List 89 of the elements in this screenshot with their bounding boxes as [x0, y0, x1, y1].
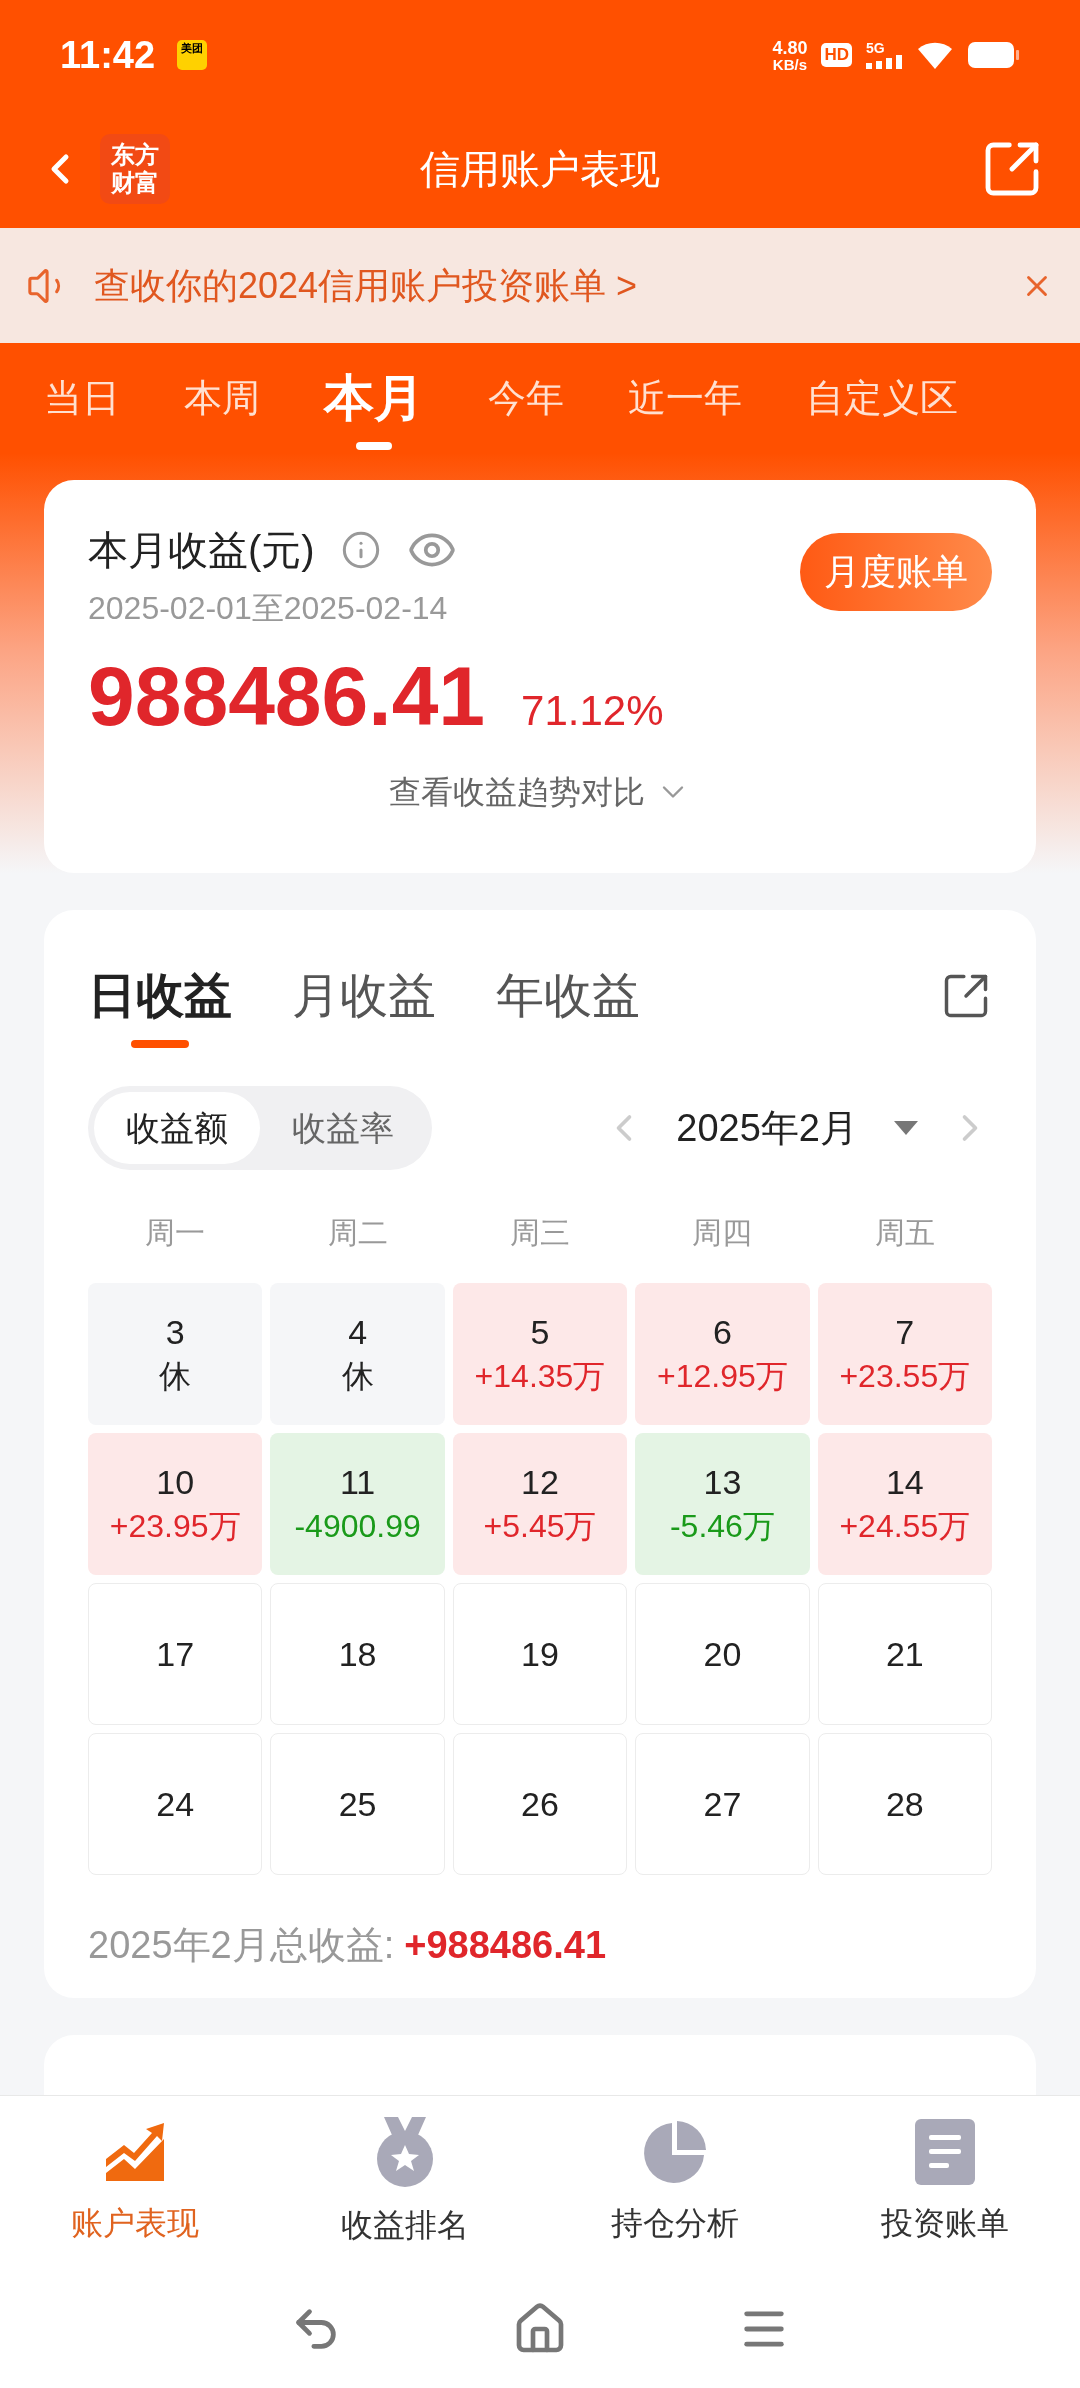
calendar-day[interactable]: 5 +14.35万 [452, 1283, 628, 1425]
day-profit: -4900.99 [294, 1507, 421, 1546]
status-time: 11:42 [60, 32, 156, 78]
battery-icon [968, 42, 1020, 68]
weekday-label: 周三 [509, 1215, 571, 1251]
pie-chart-icon [642, 2119, 708, 2185]
calendar-day[interactable]: 3 休 [88, 1283, 263, 1425]
day-number: 3 [165, 1312, 185, 1353]
day-number: 24 [156, 1784, 195, 1825]
weekday-label: 周五 [873, 1215, 936, 1251]
calendar-day[interactable]: 26 [452, 1733, 628, 1875]
info-icon [340, 530, 381, 570]
calendar-day[interactable]: 13 -5.46万 [635, 1433, 810, 1575]
day-number: 6 [712, 1312, 732, 1353]
profit-tab[interactable]: 日收益 [88, 960, 232, 1032]
day-number: 28 [885, 1784, 924, 1825]
total-label: 2025年2月总收益: [88, 1923, 395, 1968]
app-notification-icon: 美团 [177, 40, 208, 70]
signal-icon [866, 55, 902, 69]
trend-compare-link[interactable]: 查看收益趋势对比 [389, 768, 691, 816]
day-profit: +5.45万 [483, 1507, 597, 1546]
page-title: 信用账户表现 [420, 146, 660, 193]
calendar-day[interactable]: 25 [270, 1733, 445, 1875]
calendar-day[interactable]: 7 +23.55万 [817, 1283, 992, 1425]
day-number: 11 [339, 1462, 376, 1503]
app-logo: 东方 财富 [100, 134, 170, 204]
month-picker[interactable]: 2025年2月 [676, 1099, 918, 1157]
calendar-day[interactable]: 20 [635, 1583, 810, 1725]
calendar-day[interactable]: 6 +12.95万 [635, 1283, 810, 1425]
profit-tab[interactable]: 月收益 [292, 960, 436, 1032]
day-number: 18 [338, 1634, 377, 1675]
calendar-day[interactable]: 21 [817, 1583, 992, 1725]
day-number: 25 [338, 1784, 377, 1825]
weekday-label: 周一 [144, 1215, 207, 1251]
bottom-tab[interactable]: 持仓分析 [540, 2096, 810, 2270]
day-profit: +14.35万 [474, 1357, 606, 1396]
summary-title: 本月收益(元) [88, 527, 315, 574]
day-number: 26 [521, 1784, 559, 1825]
network-speed: 4.80 KB/s [772, 38, 808, 72]
day-profit: 休 [341, 1357, 374, 1396]
toggle-option[interactable]: 收益率 [260, 1092, 426, 1164]
tab-indicator [356, 441, 392, 450]
calendar-day[interactable]: 24 [88, 1733, 263, 1875]
wifi-icon [916, 41, 954, 69]
profit-amount: 988486.41 [88, 654, 486, 738]
day-number: 27 [703, 1784, 742, 1825]
calendar-day[interactable]: 28 [817, 1733, 992, 1875]
calendar-day[interactable]: 14 +24.55万 [817, 1433, 992, 1575]
calendar-day[interactable]: 12 +5.45万 [452, 1433, 628, 1575]
date-range: 2025-02-01至2025-02-14 [88, 589, 449, 628]
calendar-day[interactable]: 18 [270, 1583, 445, 1725]
calendar-day[interactable]: 10 +23.95万 [88, 1433, 263, 1575]
calendar-day[interactable]: 19 [452, 1583, 628, 1725]
document-icon [915, 2119, 975, 2185]
profit-tab[interactable]: 年收益 [496, 960, 640, 1032]
day-profit: -5.46万 [669, 1507, 775, 1546]
day-number: 13 [703, 1462, 742, 1503]
day-profit: +23.95万 [109, 1507, 241, 1546]
calendar-day[interactable]: 4 休 [270, 1283, 445, 1425]
day-number: 10 [156, 1462, 195, 1503]
day-number: 14 [885, 1462, 924, 1503]
day-number: 20 [703, 1634, 742, 1675]
day-profit: +23.55万 [839, 1357, 971, 1396]
day-profit: 休 [159, 1357, 192, 1396]
caret-icon [894, 1121, 918, 1135]
day-number: 7 [895, 1312, 915, 1353]
day-profit: +24.55万 [839, 1507, 971, 1546]
tab-indicator [131, 1040, 189, 1048]
hd-badge: HD [821, 43, 852, 67]
toggle-option[interactable]: 收益额 [94, 1092, 260, 1164]
day-number: 4 [348, 1312, 368, 1353]
day-number: 17 [156, 1634, 195, 1675]
bottom-tab[interactable]: 账户表现 [0, 2096, 270, 2270]
bottom-tab[interactable]: 投资账单 [810, 2096, 1080, 2270]
medal-icon [374, 2117, 436, 2187]
day-number: 19 [521, 1634, 559, 1675]
day-profit: +12.95万 [657, 1357, 788, 1396]
profit-rate: 71.12% [521, 686, 664, 736]
calendar-day[interactable]: 11 -4900.99 [270, 1433, 445, 1575]
total-value: +988486.41 [404, 1923, 607, 1968]
bottom-tab[interactable]: 收益排名 [270, 2096, 540, 2270]
day-number: 5 [530, 1312, 550, 1353]
weekday-label: 周四 [691, 1215, 754, 1251]
weekday-label: 周二 [326, 1215, 389, 1251]
network-type: 5G [866, 41, 886, 55]
calendar-day[interactable]: 27 [635, 1733, 810, 1875]
day-number: 12 [521, 1462, 559, 1503]
calendar-day[interactable]: 17 [88, 1583, 263, 1725]
day-number: 21 [885, 1634, 924, 1675]
